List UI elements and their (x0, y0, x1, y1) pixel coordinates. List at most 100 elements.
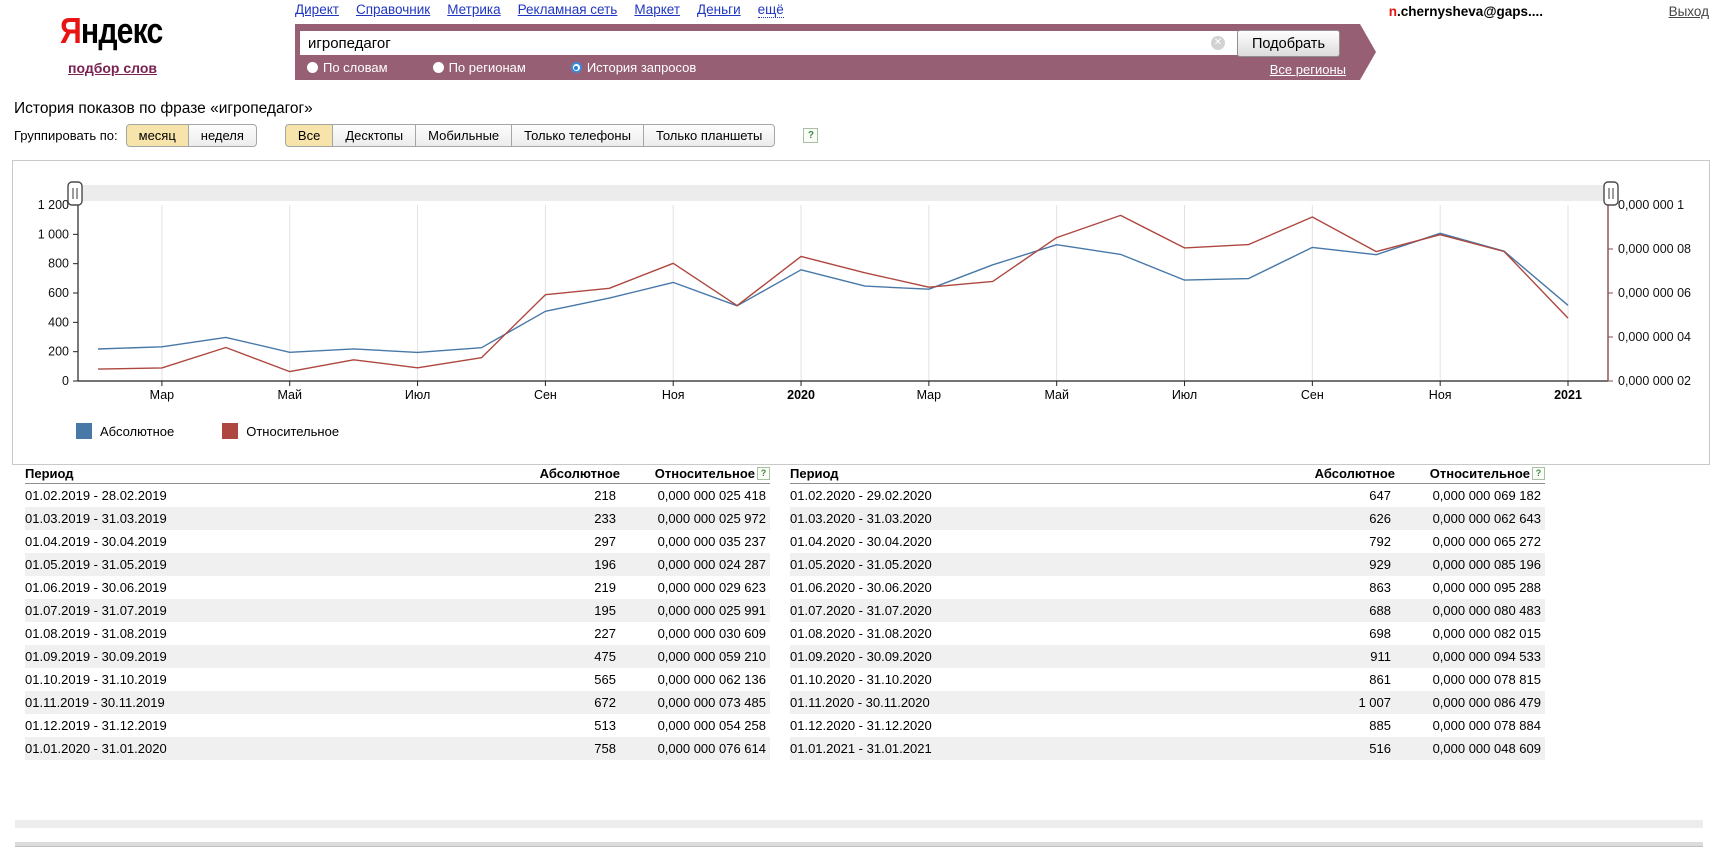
radio-selected-icon[interactable] (571, 62, 582, 73)
relative-cell: 0,000 000 086 479 (1395, 691, 1545, 714)
help-icon[interactable]: ? (757, 467, 770, 480)
relative-cell: 0,000 000 029 623 (620, 576, 770, 599)
absolute-cell: 672 (455, 691, 620, 714)
table-row: 01.06.2019 - 30.06.20192190,000 000 029 … (25, 576, 770, 599)
absolute-cell: 885 (1230, 714, 1395, 737)
absolute-cell: 1 007 (1230, 691, 1395, 714)
table-row: 01.10.2019 - 31.10.20195650,000 000 062 … (25, 668, 770, 691)
history-chart-card: 02004006008001 0001 2000,000 000 020,000… (12, 160, 1710, 465)
controls-row: Группировать по: месяцнеделя ВсеДесктопы… (14, 124, 818, 147)
right-axis-label: 0,000 000 08 (1618, 242, 1691, 256)
period-cell: 01.05.2020 - 31.05.2020 (790, 553, 1230, 576)
col-header-period: Период (790, 460, 1230, 484)
relative-cell: 0,000 000 065 272 (1395, 530, 1545, 553)
x-tick-label: 2021 (1554, 388, 1582, 402)
legend-item-0[interactable]: Абсолютное (76, 423, 174, 439)
absolute-cell: 218 (455, 484, 620, 508)
left-axis-label: 200 (48, 345, 69, 359)
nav-link-0[interactable]: Директ (295, 2, 339, 18)
search-mode-2[interactable]: История запросов (571, 60, 697, 75)
absolute-cell: 911 (1230, 645, 1395, 668)
table-row: 01.11.2019 - 30.11.20196720,000 000 073 … (25, 691, 770, 714)
search-mode-1[interactable]: По регионам (433, 60, 526, 75)
period-cell: 01.10.2020 - 31.10.2020 (790, 668, 1230, 691)
right-axis-label: 0,000 000 1 (1618, 198, 1684, 212)
page-title: История показов по фразе «игропедагог» (14, 100, 313, 118)
range-handle-left[interactable] (68, 182, 82, 205)
yandex-logo[interactable]: Яндекс (60, 10, 163, 52)
relative-cell: 0,000 000 048 609 (1395, 737, 1545, 760)
period-cell: 01.10.2019 - 31.10.2019 (25, 668, 455, 691)
device-tabs-3[interactable]: Только телефоны (511, 124, 644, 147)
period-cell: 01.08.2019 - 31.08.2019 (25, 622, 455, 645)
series-line-1 (98, 215, 1568, 371)
table-row: 01.12.2020 - 31.12.20208850,000 000 078 … (790, 714, 1545, 737)
nav-link-5[interactable]: Деньги (697, 2, 741, 18)
radio-icon[interactable] (307, 62, 318, 73)
period-cell: 01.06.2020 - 30.06.2020 (790, 576, 1230, 599)
col-header-absolute: Абсолютное (455, 460, 620, 484)
legend-swatch-icon (76, 423, 92, 439)
group-by-buttons-1[interactable]: неделя (188, 124, 257, 147)
nav-link-2[interactable]: Метрика (447, 2, 500, 18)
table-row: 01.12.2019 - 31.12.20195130,000 000 054 … (25, 714, 770, 737)
table-row: 01.06.2020 - 30.06.20208630,000 000 095 … (790, 576, 1545, 599)
nav-link-3[interactable]: Рекламная сеть (518, 2, 618, 18)
relative-cell: 0,000 000 095 288 (1395, 576, 1545, 599)
table-row: 01.08.2019 - 31.08.20192270,000 000 030 … (25, 622, 770, 645)
group-by-label: Группировать по: (14, 128, 118, 143)
wordstat-home-link[interactable]: подбор слов (68, 60, 157, 76)
device-tabs-1[interactable]: Десктопы (332, 124, 416, 147)
footer-divider (15, 820, 1703, 828)
table-row: 01.05.2020 - 31.05.20209290,000 000 085 … (790, 553, 1545, 576)
relative-cell: 0,000 000 025 418 (620, 484, 770, 508)
device-tabs-4[interactable]: Только планшеты (643, 124, 775, 147)
right-axis-label: 0,000 000 06 (1618, 286, 1691, 300)
table-row: 01.01.2020 - 31.01.20207580,000 000 076 … (25, 737, 770, 760)
x-tick-label: Июл (1172, 388, 1197, 402)
radio-icon[interactable] (433, 62, 444, 73)
period-cell: 01.03.2019 - 31.03.2019 (25, 507, 455, 530)
history-table-2020: Период Абсолютное Относительное? 01.02.2… (790, 460, 1545, 760)
col-header-relative: Относительное? (1395, 460, 1545, 484)
right-axis-label: 0,000 000 02 (1618, 374, 1691, 388)
period-cell: 01.06.2019 - 30.06.2019 (25, 576, 455, 599)
period-cell: 01.04.2020 - 30.04.2020 (790, 530, 1230, 553)
table-row: 01.02.2020 - 29.02.20206470,000 000 069 … (790, 484, 1545, 508)
nav-link-6[interactable]: ещё (758, 2, 784, 18)
left-axis-label: 400 (48, 315, 69, 329)
nav-link-4[interactable]: Маркет (634, 2, 680, 18)
history-table-2019: Период Абсолютное Относительное? 01.02.2… (25, 460, 770, 760)
device-tabs-2[interactable]: Мобильные (415, 124, 512, 147)
x-tick-label: Мар (150, 388, 175, 402)
relative-cell: 0,000 000 025 972 (620, 507, 770, 530)
all-regions-link[interactable]: Все регионы (1270, 62, 1346, 77)
submit-button[interactable]: Подобрать (1237, 30, 1340, 57)
absolute-cell: 647 (1230, 484, 1395, 508)
range-track[interactable] (78, 185, 1608, 201)
table-row: 01.04.2020 - 30.04.20207920,000 000 065 … (790, 530, 1545, 553)
legend-item-1[interactable]: Относительное (222, 423, 339, 439)
table-row: 01.08.2020 - 31.08.20206980,000 000 082 … (790, 622, 1545, 645)
period-cell: 01.02.2020 - 29.02.2020 (790, 484, 1230, 508)
absolute-cell: 929 (1230, 553, 1395, 576)
left-axis-label: 600 (48, 286, 69, 300)
logo-rest: ндекс (81, 10, 163, 51)
group-by-buttons-0[interactable]: месяц (126, 124, 189, 147)
absolute-cell: 758 (455, 737, 620, 760)
device-tabs-0[interactable]: Все (285, 124, 333, 147)
nav-link-1[interactable]: Справочник (356, 2, 430, 18)
relative-cell: 0,000 000 073 485 (620, 691, 770, 714)
table-row: 01.05.2019 - 31.05.20191960,000 000 024 … (25, 553, 770, 576)
help-icon[interactable]: ? (803, 128, 818, 143)
relative-cell: 0,000 000 054 258 (620, 714, 770, 737)
range-handle-right[interactable] (1604, 182, 1618, 205)
relative-cell: 0,000 000 094 533 (1395, 645, 1545, 668)
search-mode-0[interactable]: По словам (307, 60, 388, 75)
absolute-cell: 626 (1230, 507, 1395, 530)
search-input[interactable] (300, 31, 1244, 55)
logout-link[interactable]: Выход (1669, 4, 1709, 19)
clear-icon[interactable]: ✕ (1211, 36, 1225, 50)
help-icon[interactable]: ? (1532, 467, 1545, 480)
absolute-cell: 516 (1230, 737, 1395, 760)
